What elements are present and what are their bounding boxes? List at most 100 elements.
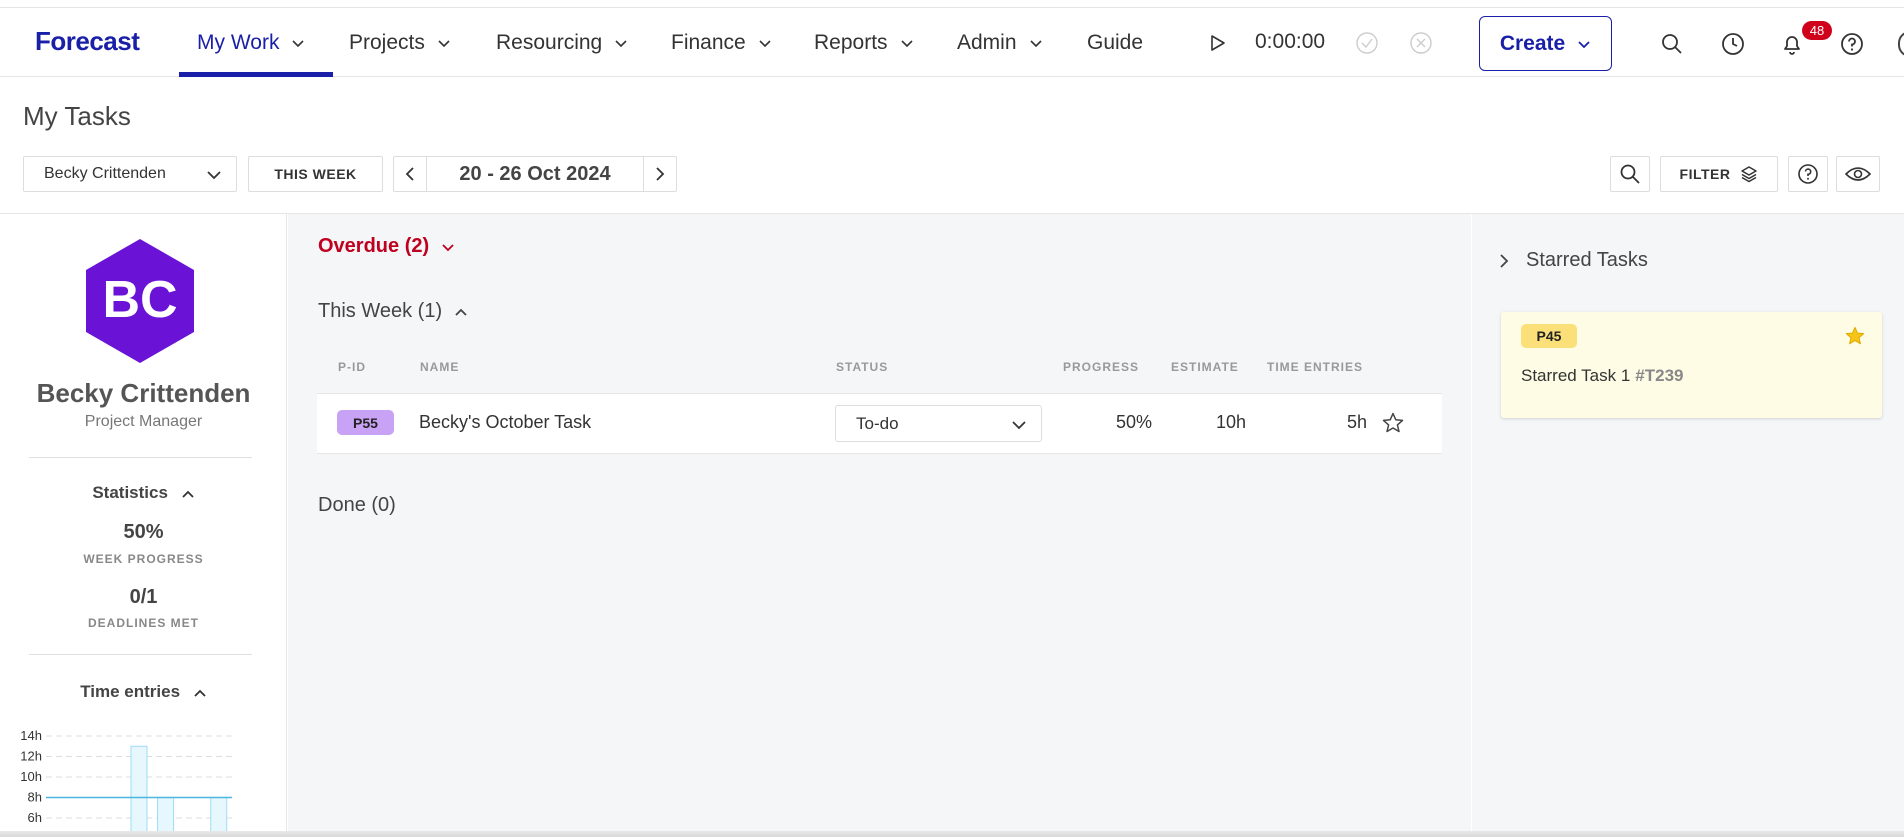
starred-tasks-panel: Starred Tasks P45 Starred Task 1 #T239	[1472, 214, 1904, 837]
chevron-up-icon	[182, 490, 194, 498]
sidebar-divider	[29, 654, 252, 655]
nav-projects[interactable]: Projects	[349, 8, 451, 77]
person-role: Project Manager	[84, 413, 203, 430]
help-button[interactable]	[1788, 156, 1828, 192]
week-progress-label: WEEK PROGRESS	[83, 552, 204, 566]
chevron-right-icon	[1500, 253, 1509, 268]
statistics-heading: Statistics	[92, 483, 168, 502]
person-select-value: Becky Crittenden	[44, 165, 166, 182]
nav-guide[interactable]: Guide	[1087, 8, 1143, 77]
create-button[interactable]: Create	[1479, 16, 1612, 71]
check-circle-icon[interactable]	[1355, 31, 1379, 55]
starred-task-title: Starred Task 1 #T239	[1521, 366, 1684, 386]
starred-tasks-heading: Starred Tasks	[1526, 249, 1648, 271]
forecast-logo[interactable]: Forecast	[35, 26, 140, 57]
project-id-badge[interactable]: P55	[337, 410, 394, 435]
done-group-label: Done (0)	[318, 494, 396, 516]
nav-reports[interactable]: Reports	[814, 8, 914, 77]
task-progress: 50%	[1115, 412, 1152, 432]
column-header-name[interactable]: NAME	[420, 360, 459, 374]
column-header-pid[interactable]: P-ID	[338, 360, 366, 374]
next-week-button[interactable]	[643, 157, 676, 191]
star-outline-icon[interactable]	[1381, 411, 1405, 435]
layers-icon	[1741, 166, 1758, 183]
this-week-group-label: This Week (1)	[318, 300, 443, 322]
avatar-initials: BC	[102, 271, 177, 329]
task-time-entries: 5h	[1346, 412, 1367, 432]
person-name: Becky Crittenden	[36, 378, 251, 408]
overdue-group-label: Overdue (2)	[318, 235, 430, 257]
active-nav-underline	[179, 72, 333, 77]
status-select-value: To-do	[856, 413, 899, 433]
search-tasks-button[interactable]	[1610, 156, 1650, 192]
cancel-circle-icon[interactable]	[1409, 31, 1433, 55]
nav-admin[interactable]: Admin	[957, 8, 1043, 77]
chevron-down-icon	[900, 39, 913, 47]
eye-icon	[1845, 167, 1871, 181]
nav-finance-label: Finance	[671, 30, 746, 54]
nav-resourcing-label: Resourcing	[496, 30, 603, 54]
person-select[interactable]: Becky Crittenden	[23, 156, 237, 192]
starred-task-card[interactable]: P45 Starred Task 1 #T239	[1501, 312, 1882, 418]
done-group-toggle[interactable]: Done (0)	[318, 494, 396, 517]
page-title: My Tasks	[23, 101, 131, 131]
column-header-time-entries[interactable]: TIME ENTRIES	[1267, 360, 1363, 374]
visibility-button[interactable]	[1836, 156, 1880, 192]
chevron-down-icon	[292, 39, 305, 47]
chart-tick-label: 12h	[20, 749, 42, 764]
search-icon	[1620, 164, 1640, 184]
chart-tick-label: 8h	[28, 790, 42, 805]
chevron-down-icon	[438, 39, 450, 47]
deadlines-label: DEADLINES MET	[87, 616, 199, 630]
starred-tasks-toggle[interactable]: Starred Tasks	[1498, 249, 1648, 272]
previous-week-button[interactable]	[394, 157, 427, 191]
chart-tick-label: 14h	[20, 728, 42, 743]
nav-guide-label: Guide	[1087, 30, 1144, 54]
column-header-estimate[interactable]: ESTIMATE	[1171, 360, 1239, 374]
task-name[interactable]: Becky's October Task	[419, 412, 591, 433]
task-estimate: 10h	[1215, 412, 1246, 432]
nav-reports-label: Reports	[814, 30, 888, 54]
table-row[interactable]: P55 Becky's October Task To-do 50% 10h 5…	[317, 393, 1442, 454]
column-header-progress[interactable]: PROGRESS	[1063, 360, 1139, 374]
bell-icon[interactable]	[1779, 31, 1805, 57]
chevron-down-icon	[207, 171, 221, 180]
status-select[interactable]: To-do	[835, 405, 1042, 442]
nav-projects-label: Projects	[349, 30, 425, 54]
deadlines-value: 0/1	[129, 586, 158, 608]
statistics-toggle[interactable]: Statistics	[0, 483, 287, 503]
chart-tick-label: 10h	[20, 769, 42, 784]
chevron-left-icon	[405, 167, 414, 181]
play-icon[interactable]	[1206, 32, 1228, 54]
chart-tick-label: 6h	[28, 810, 42, 825]
task-list-panel: Overdue (2) This Week (1) P-ID NAME STAT…	[288, 214, 1471, 837]
time-entries-toggle[interactable]: Time entries	[0, 682, 287, 702]
chevron-down-icon	[1012, 421, 1026, 430]
column-header-status[interactable]: STATUS	[836, 360, 888, 374]
project-id-badge[interactable]: P45	[1521, 324, 1577, 348]
create-button-label: Create	[1499, 31, 1566, 55]
star-filled-icon[interactable]	[1844, 325, 1866, 347]
profile-sidebar: BC Becky Crittenden Project Manager Stat…	[0, 214, 287, 837]
this-week-group-toggle[interactable]: This Week (1)	[318, 300, 468, 323]
profile-icon[interactable]	[1898, 31, 1904, 57]
this-week-button[interactable]: THIS WEEK	[248, 156, 383, 192]
timer-display: 0:00:00	[1255, 30, 1326, 53]
search-icon[interactable]	[1659, 31, 1685, 57]
starred-task-name: Starred Task 1	[1521, 366, 1631, 385]
chevron-up-icon	[455, 308, 467, 316]
clock-icon[interactable]	[1720, 31, 1746, 57]
help-icon	[1798, 164, 1818, 184]
overdue-group-toggle[interactable]: Overdue (2)	[318, 235, 455, 258]
nav-my-work-label: My Work	[197, 30, 280, 54]
week-progress-value: 50%	[123, 521, 164, 543]
nav-admin-label: Admin	[957, 30, 1017, 54]
nav-resourcing[interactable]: Resourcing	[496, 8, 628, 77]
nav-my-work[interactable]: My Work	[197, 8, 305, 77]
time-entries-chart: 14h 12h 10h 8h 6h	[20, 728, 232, 837]
nav-finance[interactable]: Finance	[671, 8, 772, 77]
chevron-down-icon	[759, 39, 771, 47]
avatar: BC	[86, 239, 194, 363]
help-icon[interactable]	[1839, 31, 1865, 57]
filter-button[interactable]: FILTER	[1660, 156, 1778, 192]
